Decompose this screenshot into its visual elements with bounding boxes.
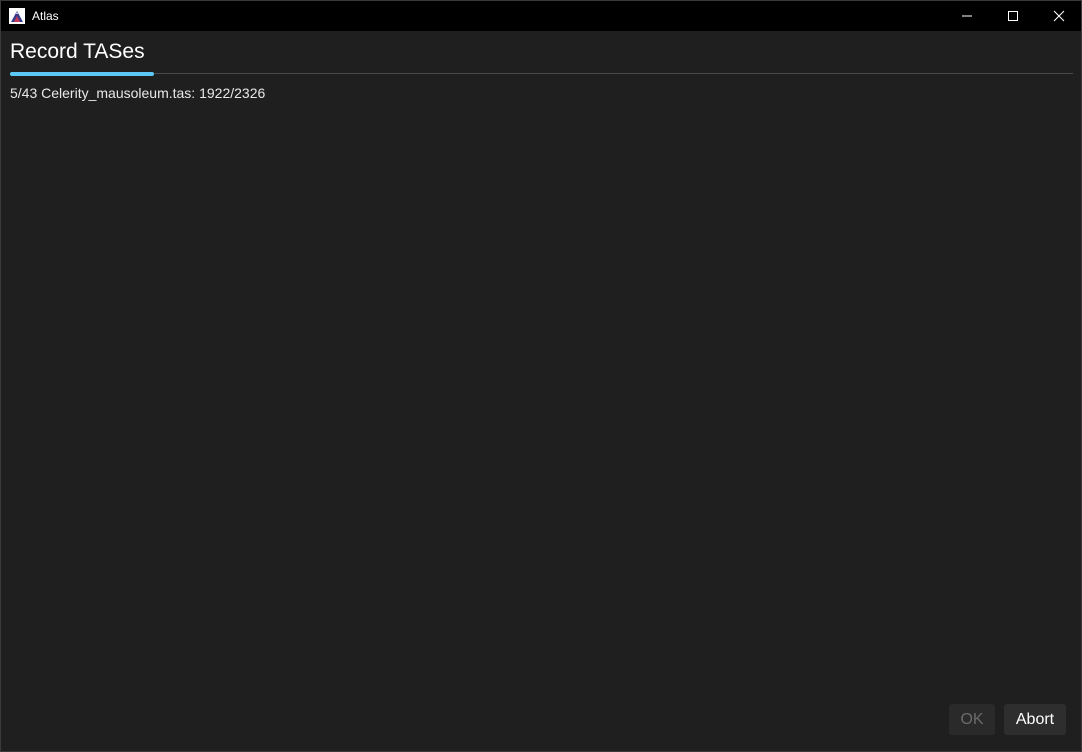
title-bar[interactable]: Atlas <box>1 1 1081 31</box>
progress-track <box>10 73 1073 74</box>
ok-button[interactable]: OK <box>949 704 995 735</box>
progress-status-text: 5/43 Celerity_mausoleum.tas: 1922/2326 <box>10 85 266 101</box>
atlas-app-icon <box>9 8 25 24</box>
close-button[interactable] <box>1036 1 1082 31</box>
minimize-button[interactable] <box>944 1 990 31</box>
app-window: Atlas Record TASes 5/43 Celerity_mausole… <box>0 0 1082 752</box>
window-title: Atlas <box>32 9 59 23</box>
dialog-heading: Record TASes <box>10 40 145 63</box>
progress-bar-fill <box>10 72 154 76</box>
abort-button[interactable]: Abort <box>1004 704 1066 735</box>
maximize-icon <box>1008 11 1018 21</box>
close-icon <box>1053 10 1065 22</box>
maximize-button[interactable] <box>990 1 1036 31</box>
minimize-icon <box>962 15 972 17</box>
